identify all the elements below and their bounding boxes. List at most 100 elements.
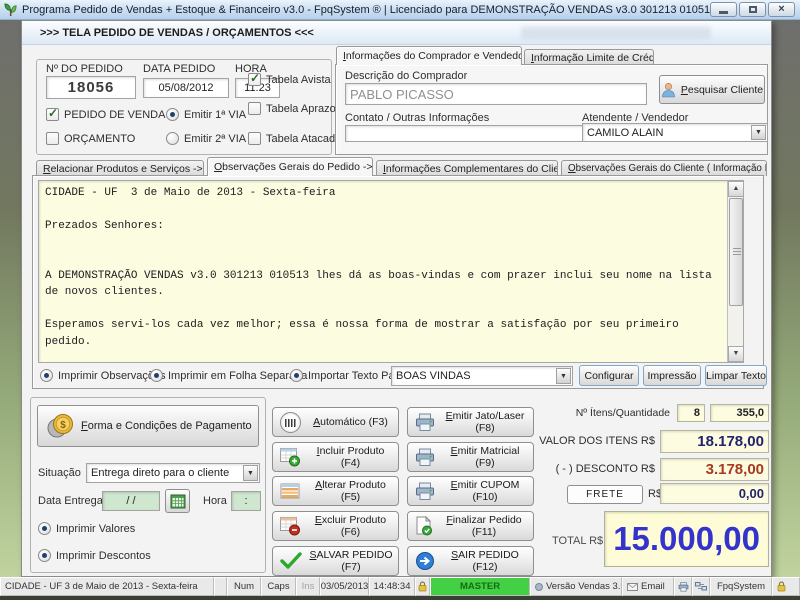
tabela-atacado-checkbox[interactable]: Tabela Atacado — [248, 132, 341, 145]
status-email[interactable]: Email — [622, 577, 674, 596]
valor-itens-field: 18.178,00 — [660, 430, 769, 453]
printer-icon — [415, 482, 435, 501]
status-tail — [772, 577, 800, 596]
lock-icon — [418, 581, 427, 592]
tab-informacoes-complementares[interactable]: Informações Complementares do Cliente -> — [376, 160, 558, 176]
observations-text[interactable]: CIDADE - UF 3 de Maio de 2013 - Sexta-fe… — [45, 185, 721, 358]
chevron-down-icon[interactable]: ▼ — [556, 368, 571, 384]
hora-entrega-field[interactable]: : — [231, 491, 261, 511]
tab-limite-credito[interactable]: Informação Limite de Crédito — [524, 49, 654, 65]
data-entrega-field[interactable]: / / — [102, 491, 160, 511]
chevron-down-icon[interactable]: ▼ — [751, 125, 766, 140]
status-lock — [415, 577, 430, 596]
total-field: 15.000,00 — [604, 511, 769, 567]
person-icon — [661, 82, 676, 98]
orcamento-checkbox[interactable]: ORÇAMENTO — [46, 132, 135, 145]
itens-quantity-field[interactable]: 355,0 — [710, 404, 769, 422]
printer-icon — [415, 448, 435, 467]
emitir-1via-radio[interactable]: Emitir 1ª VIA — [166, 108, 246, 121]
order-date-label: DATA PEDIDO — [143, 63, 215, 75]
tab-relacionar-produtos[interactable]: Relacionar Produtos e Serviços -> — [36, 160, 204, 176]
header-ghost-decoration — [521, 26, 711, 39]
radio-unselected-icon — [166, 132, 179, 145]
observations-textarea[interactable]: CIDADE - UF 3 de Maio de 2013 - Sexta-fe… — [38, 180, 744, 363]
incluir-produto-button[interactable]: Incluir Produto (F4) — [272, 442, 399, 472]
tab-comprador-vendedor[interactable]: Informações do Comprador e Vendedor -> — [336, 46, 522, 65]
limpar-texto-button[interactable]: Limpar Texto — [705, 365, 767, 386]
total-label: TOTAL R$ — [552, 535, 603, 547]
buyer-description-input[interactable] — [350, 87, 642, 102]
frete-field[interactable]: 0,00 — [660, 483, 769, 504]
imprimir-folha-separada-radio[interactable]: Imprimir em Folha Separada — [150, 369, 307, 382]
scrollbar-grip-icon — [733, 248, 741, 256]
status-location: CIDADE - UF 3 de Maio de 2013 - Sexta-fe… — [0, 577, 214, 596]
emitir-cupom-button[interactable]: Emitir CUPOM (F10) — [407, 476, 534, 506]
radio-selected-icon — [150, 369, 163, 382]
emitir-2via-radio[interactable]: Emitir 2ª VIA — [166, 132, 246, 145]
atendente-select[interactable]: CAMILO ALAIN ▼ — [582, 123, 768, 142]
texto-padrao-select[interactable]: BOAS VINDAS ▼ — [391, 366, 573, 386]
status-num: Num — [227, 577, 261, 596]
data-entrega-label: Data Entrega — [38, 495, 103, 507]
scrollbar-thumb[interactable] — [729, 198, 743, 306]
forma-pagamento-button[interactable]: $ Forma e Condições de Pagamento — [37, 405, 259, 447]
desconto-field[interactable]: 3.178,00 — [660, 458, 769, 481]
window-bottom-edge — [0, 596, 800, 600]
salvar-pedido-button[interactable]: SALVAR PEDIDO (F7) — [272, 546, 399, 576]
scroll-down-icon[interactable]: ▼ — [728, 346, 744, 362]
observations-scrollbar[interactable]: ▲ ▼ — [727, 181, 743, 362]
status-bar: CIDADE - UF 3 de Maio de 2013 - Sexta-fe… — [0, 577, 800, 596]
minimize-button[interactable] — [710, 2, 737, 17]
tab-observacoes-pedido[interactable]: Observações Gerais do Pedido -> — [207, 157, 373, 176]
chevron-down-icon[interactable]: ▼ — [243, 465, 258, 481]
tab-observacoes-cliente[interactable]: Observações Gerais do Cliente ( Informaç… — [561, 160, 767, 176]
email-icon — [627, 583, 638, 591]
radio-selected-icon — [290, 369, 303, 382]
status-printer[interactable] — [674, 577, 692, 596]
checkbox-checked-icon — [248, 73, 261, 86]
form-subtitle: >>> TELA PEDIDO DE VENDAS / ORÇAMENTOS <… — [40, 27, 314, 39]
contact-label: Contato / Outras Informações — [345, 112, 489, 124]
status-caps: Caps — [261, 577, 296, 596]
app-icon — [3, 2, 18, 17]
automatico-button[interactable]: Automático (F3) — [272, 407, 399, 437]
excluir-produto-button[interactable]: Excluir Produto (F6) — [272, 511, 399, 541]
order-number-field[interactable]: 18056 — [46, 76, 136, 99]
form-header: >>> TELA PEDIDO DE VENDAS / ORÇAMENTOS <… — [22, 21, 771, 45]
frete-button[interactable]: FRETE — [567, 485, 643, 504]
imprimir-valores-radio[interactable]: Imprimir Valores — [38, 522, 135, 535]
order-date-field[interactable]: 05/08/2012 — [143, 78, 229, 98]
finalize-document-icon — [415, 516, 433, 536]
barcode-icon — [280, 412, 301, 433]
tabela-aprazo-checkbox[interactable]: Tabela Aprazo — [248, 102, 336, 115]
scroll-up-icon[interactable]: ▲ — [728, 181, 744, 197]
checkbox-checked-icon — [46, 108, 59, 121]
lock-icon — [777, 581, 786, 592]
maximize-button[interactable] — [739, 2, 766, 17]
status-time: 14:48:34 — [369, 577, 415, 596]
tabela-avista-checkbox[interactable]: Tabela Avista — [248, 73, 331, 86]
alterar-produto-button[interactable]: Alterar Produto (F5) — [272, 476, 399, 506]
pesquisar-cliente-button[interactable]: Pesquisar Cliente — [659, 75, 765, 104]
impressao-button[interactable]: Impressão — [643, 365, 701, 386]
finalizar-pedido-button[interactable]: Finalizar Pedido (F11) — [407, 511, 534, 541]
radio-selected-icon — [38, 522, 51, 535]
calendar-button[interactable] — [165, 489, 190, 513]
status-network[interactable] — [692, 577, 710, 596]
emitir-matricial-button[interactable]: Emitir Matricial (F9) — [407, 442, 534, 472]
situacao-label: Situação — [38, 467, 81, 479]
status-brand: FpqSystem — [710, 577, 772, 596]
imprimir-observacoes-radio[interactable]: Imprimir Observações — [40, 369, 166, 382]
close-button[interactable]: × — [768, 2, 795, 17]
buyer-description-field[interactable] — [345, 83, 647, 105]
edit-product-icon — [280, 482, 301, 501]
emitir-jato-laser-button[interactable]: Emitir Jato/Laser (F8) — [407, 407, 534, 437]
pedido-form-window: >>> TELA PEDIDO DE VENDAS / ORÇAMENTOS <… — [21, 20, 772, 577]
situacao-select[interactable]: Entrega direto para o cliente ▼ — [86, 463, 260, 483]
configurar-button[interactable]: Configurar — [579, 365, 639, 386]
status-date: 03/05/2013 — [320, 577, 369, 596]
imprimir-descontos-radio[interactable]: Imprimir Descontos — [38, 549, 151, 562]
sair-pedido-button[interactable]: SAIR PEDIDO (F12) — [407, 546, 534, 576]
itens-count-field[interactable]: 8 — [677, 404, 705, 422]
pedido-venda-checkbox[interactable]: PEDIDO DE VENDA — [46, 108, 165, 121]
